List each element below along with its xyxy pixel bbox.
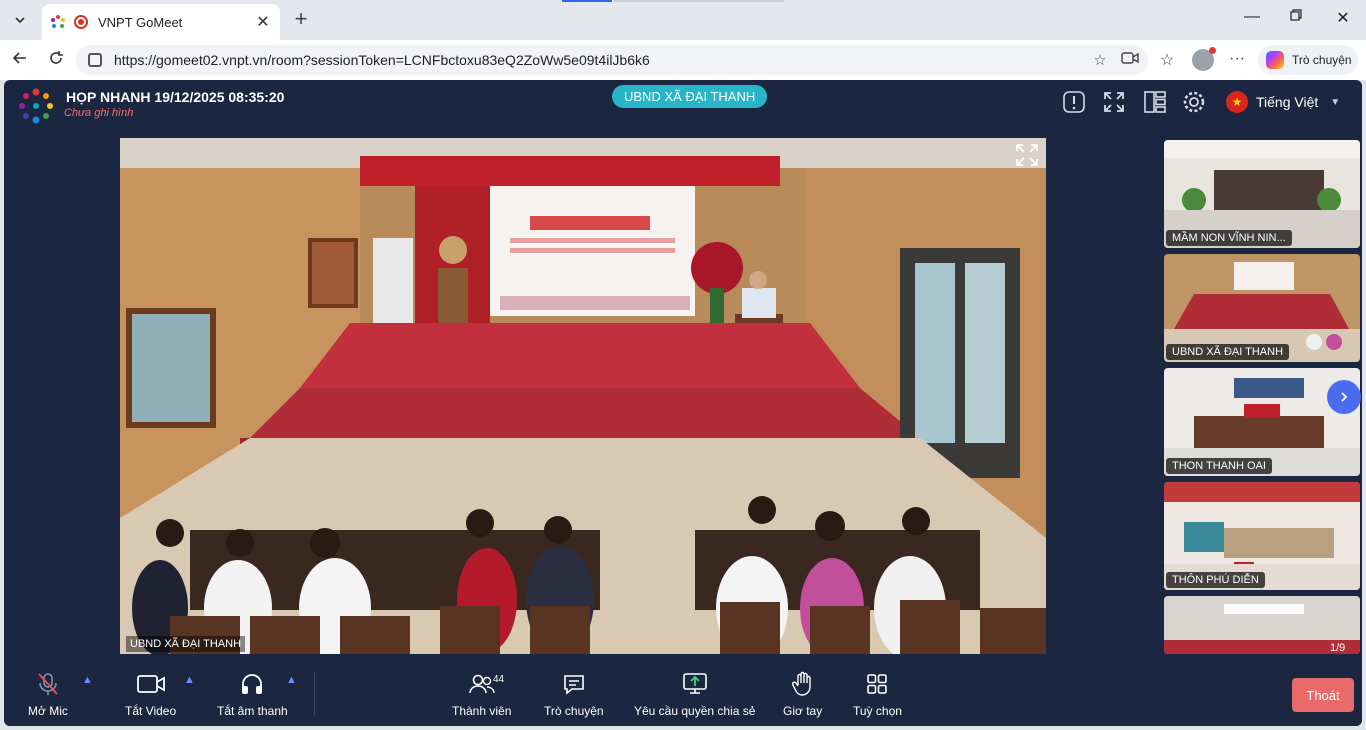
video-camera-icon [136, 670, 165, 698]
mic-label: Mở Mic [28, 704, 68, 718]
language-selector[interactable]: ★ Tiếng Việt ▼ [1226, 89, 1340, 115]
recording-status: Chưa ghi hình [64, 107, 134, 119]
reload-button[interactable] [44, 49, 68, 72]
thumbnail-pagination: 1/9 [1330, 642, 1346, 654]
participant-thumbnail[interactable]: MẦM NON VĨNH NIN... [1164, 140, 1360, 248]
chat-bubble-icon [560, 670, 588, 698]
close-tab-icon[interactable]: ✕ [254, 12, 272, 32]
tab-strip-indicator-inactive [614, 0, 784, 2]
thumbnail-label: UBND XÃ ĐẠI THANH [1166, 344, 1290, 360]
fullscreen-button[interactable] [1102, 90, 1126, 114]
participant-thumbnail[interactable]: THON THANH OAI [1164, 368, 1360, 476]
chat-label: Trò chuyện [544, 704, 604, 718]
favorites-icon[interactable]: ☆ [1156, 50, 1178, 70]
close-window-button[interactable]: ✕ [1333, 8, 1353, 28]
share-request-button[interactable]: Yêu cầu quyền chia sẻ [634, 670, 755, 718]
audio-button[interactable]: Tắt âm thanh [217, 670, 288, 718]
vietnam-flag-icon: ★ [1226, 91, 1248, 113]
meeting-title: HỌP NHANH 19/12/2025 08:35:20 [66, 89, 285, 105]
back-button[interactable] [8, 49, 32, 72]
members-label: Thành viên [452, 704, 512, 718]
share-request-label: Yêu cầu quyền chia sẻ [634, 704, 756, 718]
alert-icon [1063, 91, 1085, 113]
gomeet-logo-icon [19, 88, 53, 124]
reload-icon [50, 51, 63, 64]
mic-options-chevron-icon[interactable]: ▲ [82, 674, 93, 686]
thumbnail-label: THÔN PHÚ DIỄN [1166, 572, 1265, 588]
copilot-button[interactable]: Trò chuyện [1258, 45, 1358, 75]
audio-label: Tắt âm thanh [217, 704, 288, 718]
camera-permission-icon[interactable] [1118, 51, 1142, 69]
copilot-label: Trò chuyện [1292, 53, 1352, 67]
options-button[interactable]: Tuỳ chọn [853, 670, 902, 718]
favorite-star-icon[interactable]: ☆ [1088, 51, 1112, 69]
more-menu-icon[interactable]: ··· [1226, 50, 1248, 68]
url-field[interactable]: https://gomeet02.vnpt.vn/room?sessionTok… [76, 45, 1148, 75]
screen-share-icon [681, 670, 709, 698]
video-button[interactable]: Tắt Video [125, 670, 176, 718]
restore-icon [1290, 9, 1302, 21]
fullscreen-icon [1016, 144, 1038, 166]
layout-button[interactable] [1143, 90, 1167, 114]
tab-strip-indicator [562, 0, 612, 2]
url-text: https://gomeet02.vnpt.vn/room?sessionTok… [114, 52, 650, 68]
members-count: 44 [493, 674, 505, 685]
maximize-button[interactable] [1286, 8, 1306, 27]
copilot-icon [1266, 51, 1284, 69]
chevron-down-icon [15, 17, 25, 24]
video-label: Tắt Video [125, 704, 177, 718]
raise-hand-label: Giơ tay [783, 704, 823, 718]
recording-indicator-icon [74, 15, 88, 29]
next-thumbnails-button[interactable] [1327, 380, 1361, 414]
alert-button[interactable] [1062, 90, 1086, 114]
settings-button[interactable] [1182, 90, 1206, 114]
headphones-icon [238, 670, 266, 698]
gomeet-favicon-icon [51, 15, 65, 28]
chevron-right-icon [1341, 392, 1348, 402]
profile-avatar[interactable] [1192, 47, 1216, 71]
conference-hall-video-frame [120, 138, 1046, 654]
hand-icon [789, 670, 817, 698]
browser-tab-bar: VNPT GoMeet ✕ + — ✕ [0, 0, 1366, 40]
meeting-app: HỌP NHANH 19/12/2025 08:35:20 Chưa ghi h… [4, 80, 1362, 726]
room-badge[interactable]: UBND XÃ ĐẠI THANH [612, 85, 768, 108]
tab-list-button[interactable] [6, 6, 34, 34]
browser-address-bar: https://gomeet02.vnpt.vn/room?sessionTok… [0, 40, 1366, 80]
thumbnail-label: THON THANH OAI [1166, 458, 1272, 474]
new-tab-button[interactable]: + [290, 8, 312, 30]
meeting-toolbar: Mở Mic ▲ Tắt Video ▲ Tắt âm thanh ▲ Thàn… [4, 664, 1362, 726]
gear-icon [1183, 91, 1205, 113]
grid-icon [863, 670, 891, 698]
participant-thumbnail[interactable]: THÔN PHÚ DIỄN [1164, 482, 1360, 590]
chevron-down-icon: ▼ [1330, 96, 1341, 108]
users-icon [468, 670, 496, 698]
main-video[interactable]: UBND XÃ ĐẠI THANH [120, 138, 1046, 654]
language-label: Tiếng Việt [1256, 94, 1319, 110]
fullscreen-icon [1104, 92, 1124, 112]
participant-thumbnail[interactable]: UBND XÃ ĐẠI THANH [1164, 254, 1360, 362]
options-label: Tuỳ chọn [853, 704, 902, 718]
raise-hand-button[interactable]: Giơ tay [783, 670, 822, 718]
mic-off-icon [34, 670, 62, 698]
chat-button[interactable]: Trò chuyện [544, 670, 604, 718]
mic-button[interactable]: Mở Mic [28, 670, 68, 718]
browser-tab[interactable]: VNPT GoMeet ✕ [42, 4, 280, 40]
tab-title: VNPT GoMeet [98, 14, 183, 30]
thumbnail-label: MẦM NON VĨNH NIN... [1166, 230, 1292, 246]
expand-video-button[interactable] [1014, 142, 1040, 168]
toolbar-divider [314, 672, 315, 716]
leave-meeting-button[interactable]: Thoát [1292, 678, 1354, 712]
audio-options-chevron-icon[interactable]: ▲ [286, 674, 297, 686]
main-video-label: UBND XÃ ĐẠI THANH [126, 636, 246, 652]
minimize-button[interactable]: — [1242, 8, 1262, 26]
video-options-chevron-icon[interactable]: ▲ [184, 674, 195, 686]
site-info-icon[interactable] [88, 53, 102, 67]
layout-grid-icon [1144, 91, 1166, 113]
arrow-left-icon [12, 52, 26, 64]
